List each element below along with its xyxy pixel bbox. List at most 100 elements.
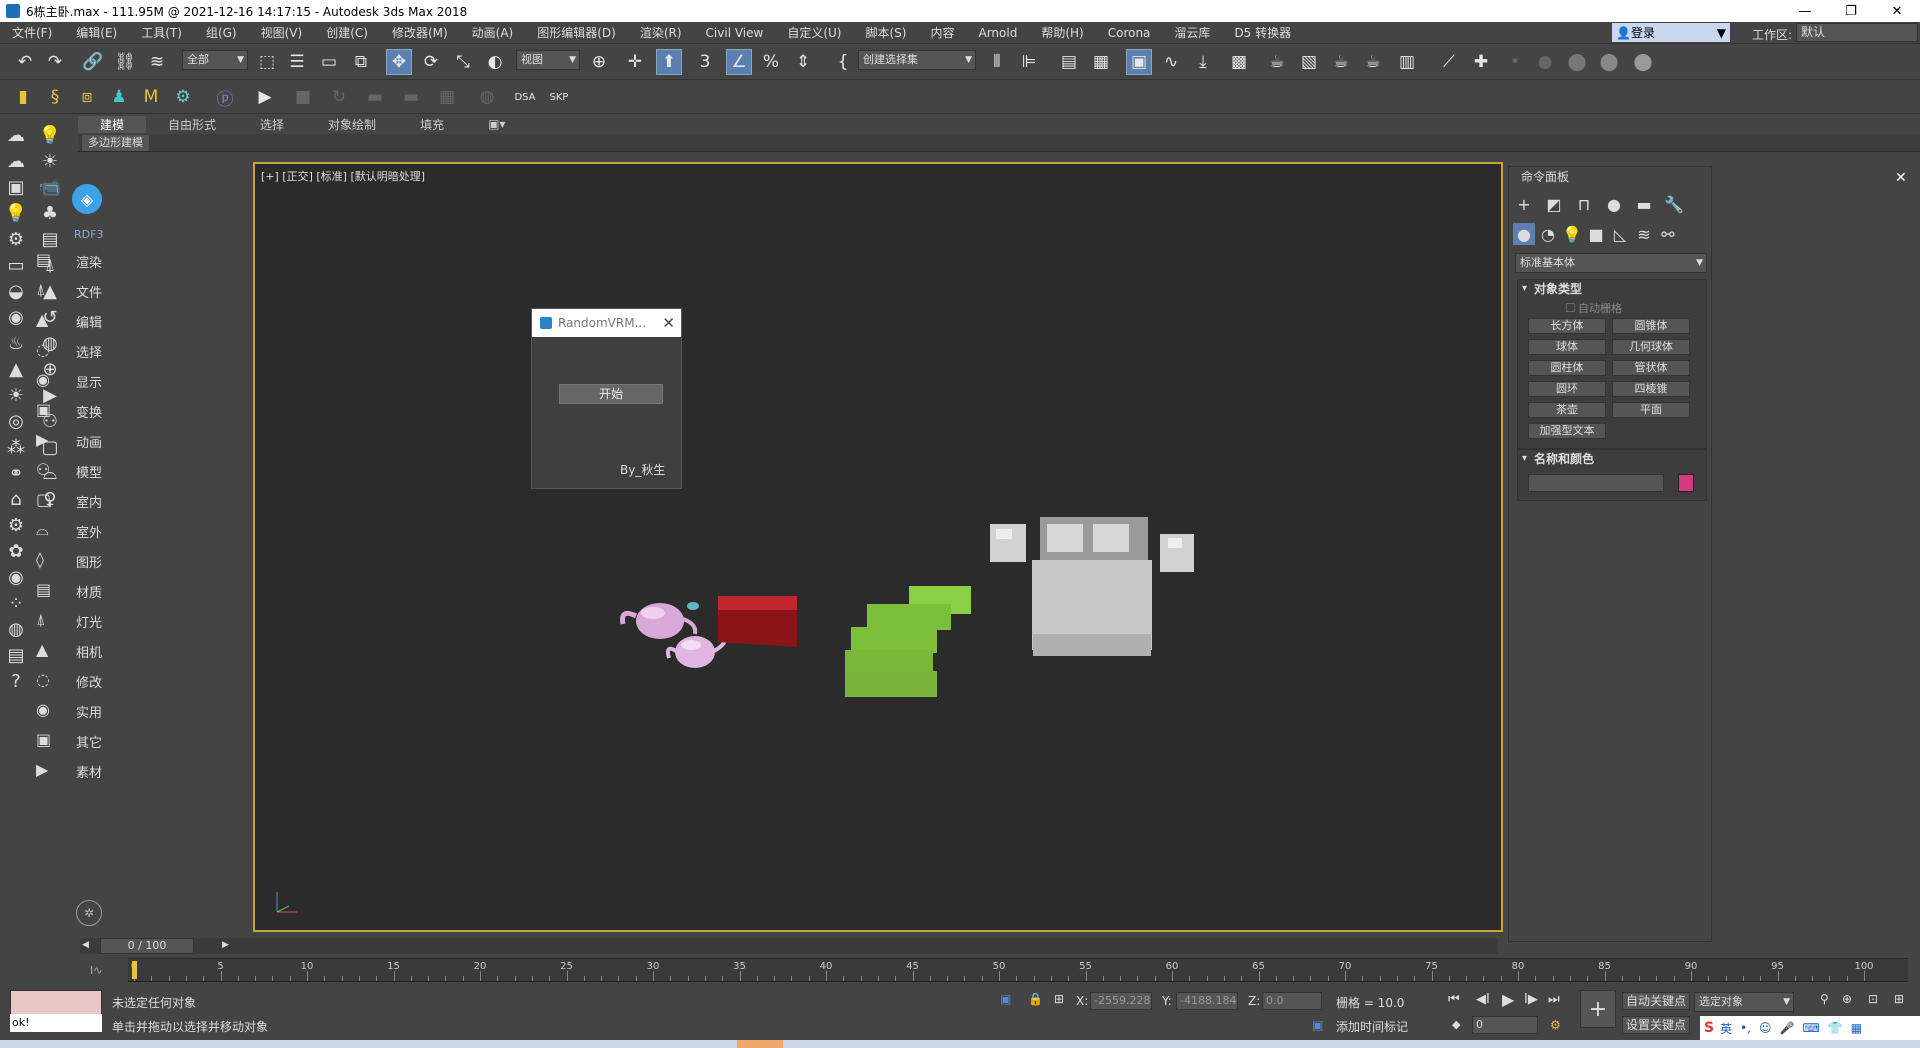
panel-icon[interactable]: ▭	[2, 252, 30, 278]
ime-keyboard-icon[interactable]: ⌨	[1802, 1021, 1819, 1035]
object-type-button[interactable]: 长方体	[1528, 318, 1606, 334]
object-type-button[interactable]: 球体	[1528, 339, 1606, 355]
layer-explorer-icon[interactable]: ▤	[1056, 49, 1082, 75]
set-key-button[interactable]: 设置关键点	[1622, 1016, 1691, 1034]
timeline-ruler[interactable]: 0510152025303540455055606570758085909510…	[128, 958, 1908, 982]
left-panel-item[interactable]: ▶ 素材	[34, 760, 144, 782]
curve-toggle-icon[interactable]: Ι∿	[90, 964, 102, 977]
camera-icon[interactable]: 📹	[36, 174, 64, 200]
menu-item-18[interactable]: D5 转换器	[1222, 24, 1303, 41]
menu-item-9[interactable]: 渲染(R)	[628, 24, 694, 41]
menu-item-8[interactable]: 图形编辑器(D)	[525, 24, 628, 41]
redo-icon[interactable]: ↷	[42, 49, 68, 75]
ring-icon[interactable]: ◎	[2, 408, 30, 434]
helpers-icon[interactable]: ◺	[1609, 223, 1631, 245]
menu-item-1[interactable]: 编辑(E)	[64, 24, 129, 41]
light-bulb-icon[interactable]: ◍	[474, 84, 500, 110]
material-editor-icon[interactable]: ▩	[1226, 49, 1252, 75]
ime-emoji-icon[interactable]: ☺	[1759, 1021, 1772, 1035]
maximize-viewport-icon[interactable]: ⊞	[1894, 992, 1904, 1006]
refresh-icon[interactable]: ↻	[326, 84, 352, 110]
plugin-s-icon[interactable]: §	[42, 84, 68, 110]
object-name-input[interactable]	[1528, 474, 1664, 492]
menu-item-5[interactable]: 创建(C)	[314, 24, 380, 41]
geometry-icon[interactable]: ●	[1513, 223, 1535, 245]
next-frame-icon[interactable]: Ι▶	[1524, 992, 1538, 1007]
sun-small-icon[interactable]: ☀	[36, 148, 64, 174]
cloud-outline-icon[interactable]: ☁	[2, 148, 30, 174]
tree-icon[interactable]: ♣	[36, 200, 64, 226]
clipboard-icon[interactable]: ▤	[2, 642, 30, 668]
plugin-m-icon[interactable]: M	[138, 84, 164, 110]
absolute-transform-icon[interactable]: ⊞	[1054, 992, 1064, 1006]
snaps-toggle-icon[interactable]: 3	[692, 49, 718, 75]
object-type-button[interactable]: 圆柱体	[1528, 360, 1606, 376]
video-icon[interactable]: ▬	[398, 84, 424, 110]
menu-item-0[interactable]: 文件(F)	[0, 24, 64, 41]
y-coordinate-field[interactable]: -4188.184	[1176, 992, 1238, 1010]
lights-icon[interactable]: 💡	[1561, 223, 1583, 245]
bowl-icon[interactable]: ♨	[2, 330, 30, 356]
zoom-icon[interactable]: ⚲	[1820, 992, 1829, 1006]
plant-icon[interactable]: ✿	[2, 538, 30, 564]
utilities-tab-icon[interactable]: 🔧	[1663, 193, 1685, 215]
menu-item-11[interactable]: 自定义(U)	[775, 24, 853, 41]
object-type-button[interactable]: 四棱锥	[1612, 381, 1690, 397]
ribbon-tab-0[interactable]: 建模	[78, 115, 147, 133]
light-icon[interactable]: 💡	[36, 122, 64, 148]
pivot-center-icon[interactable]: ⊕	[586, 49, 612, 75]
left-panel-item[interactable]: ⍋ 灯光	[34, 610, 144, 632]
x-coordinate-field[interactable]: -2559.228	[1090, 992, 1152, 1010]
workspace-dropdown[interactable]: 默认	[1796, 23, 1918, 42]
globe-icon[interactable]: ◉	[2, 564, 30, 590]
object-type-button[interactable]: 管状体	[1612, 360, 1690, 376]
menu-item-14[interactable]: Arnold	[966, 26, 1029, 40]
ribbon-tab-1[interactable]: 自由形式	[146, 116, 238, 133]
dome-icon[interactable]: ◒	[2, 278, 30, 304]
grid-tool-icon[interactable]: ▦	[434, 84, 460, 110]
menu-item-17[interactable]: 溜云库	[1162, 24, 1222, 41]
hierarchy-tab-icon[interactable]: ⊓	[1573, 193, 1595, 215]
window-crossing-icon[interactable]: ⧉	[348, 49, 374, 75]
menu-item-3[interactable]: 组(G)	[194, 24, 249, 41]
polygon-modeling-tab[interactable]: 多边形建模	[82, 135, 149, 151]
perspective-viewport[interactable]: [+] [正交] [标准] [默认明暗处理]	[253, 162, 1503, 932]
left-panel-item[interactable]: ⚇ 模型	[34, 460, 144, 482]
stop-icon[interactable]: ■	[290, 84, 316, 110]
menu-item-7[interactable]: 动画(A)	[460, 24, 526, 41]
play-animation-icon[interactable]: ▶	[1502, 990, 1514, 1009]
z-coordinate-field[interactable]: 0.0	[1262, 992, 1322, 1010]
shapes-icon[interactable]: ◔	[1537, 223, 1559, 245]
left-panel-item[interactable]: ▢ 室内	[34, 490, 144, 512]
time-slider-knob[interactable]: 0 / 100	[100, 938, 194, 954]
object-type-title[interactable]: 对象类型	[1518, 280, 1706, 298]
angle-snap-icon[interactable]: ∠	[726, 49, 752, 75]
scene-explorer-icon[interactable]: ▣	[1126, 49, 1152, 75]
chevron-right-icon[interactable]: ▶	[222, 940, 229, 950]
settings-gear-icon[interactable]: ✲	[76, 900, 102, 926]
curve-editor-icon[interactable]: ∿	[1158, 49, 1184, 75]
spacewarps-icon[interactable]: ≋	[1633, 223, 1655, 245]
dialog-titlebar[interactable]: RandomVRM... ✕	[532, 309, 681, 337]
close-window-button[interactable]: ✕	[1874, 0, 1920, 22]
object-type-button[interactable]: 加强型文本	[1528, 423, 1606, 439]
left-panel-item[interactable]: ◊ 图形	[34, 550, 144, 572]
modify-tab-icon[interactable]: ◩	[1543, 193, 1565, 215]
reference-coord-dropdown[interactable]: 视图 ▼	[516, 50, 580, 70]
edit-named-selection-icon[interactable]: {	[830, 49, 856, 75]
ime-punctuation-icon[interactable]: •,	[1740, 1021, 1751, 1035]
ime-tools-icon[interactable]: ▦	[1851, 1021, 1862, 1035]
select-by-name-icon[interactable]: ☰	[284, 49, 310, 75]
particles-icon[interactable]: ⁂	[2, 434, 30, 460]
isolate-selection-icon[interactable]: ▣	[1000, 992, 1011, 1006]
left-panel-item[interactable]: ◌ 选择	[34, 340, 144, 362]
maxscript-mini-listener[interactable]: ok!	[10, 1014, 102, 1032]
systems-icon[interactable]: ⚯	[1657, 223, 1679, 245]
left-panel-item[interactable]: ▤ 渲染	[34, 250, 144, 272]
auto-key-button[interactable]: 自动关键点	[1622, 992, 1691, 1010]
add-tool-icon[interactable]: ✚	[1468, 49, 1494, 75]
rect-selection-icon[interactable]: ▭	[316, 49, 342, 75]
cameras-icon[interactable]: ■	[1585, 223, 1607, 245]
cone-icon[interactable]: ▲	[2, 356, 30, 382]
spinner-snap-icon[interactable]: ⇕	[790, 49, 816, 75]
